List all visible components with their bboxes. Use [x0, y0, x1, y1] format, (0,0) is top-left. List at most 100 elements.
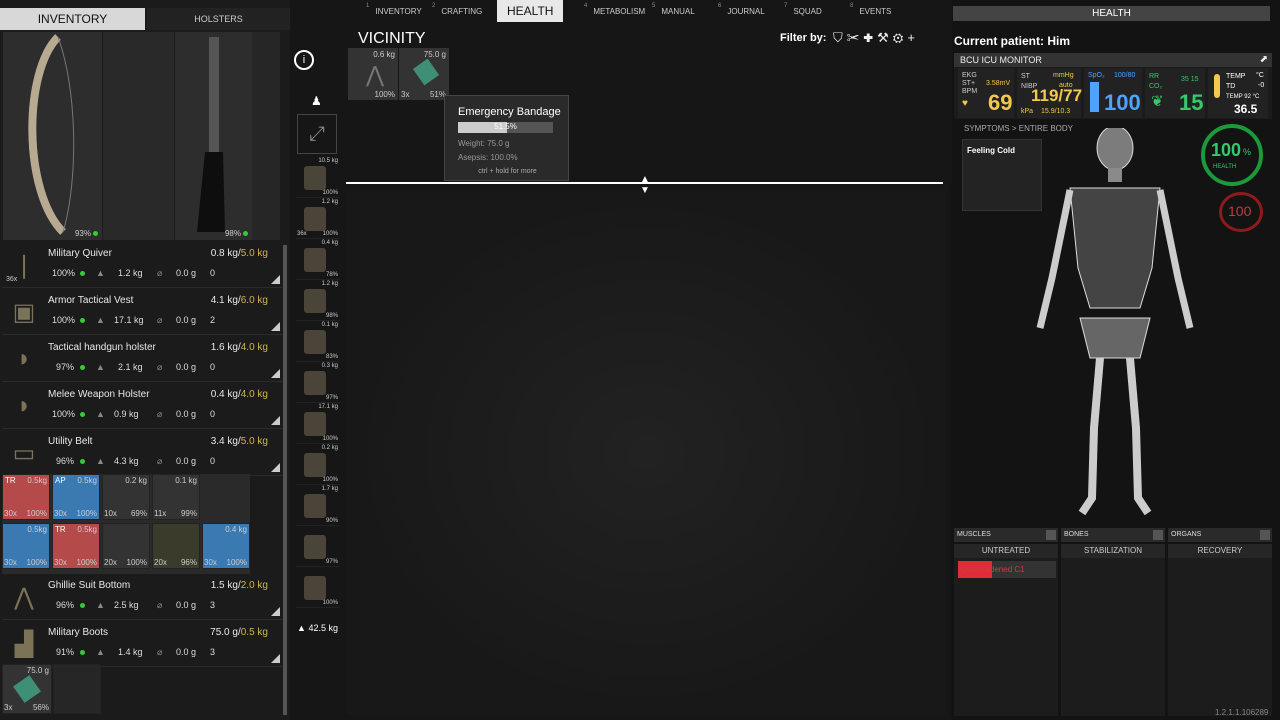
column-item-condition: 97%: [325, 395, 338, 401]
expand-corner[interactable]: [271, 275, 280, 284]
nibp-panel: ST NIBP mmHg auto 119/77 kPa 15.9/10.3: [1017, 68, 1082, 118]
expand-corner[interactable]: [271, 369, 280, 378]
equipment-column-item[interactable]: 1.2 kg 100% 36x: [296, 199, 340, 239]
item-stats: 100% ▲ 0.9 kg ⌀ 0.0 g 0: [52, 409, 216, 419]
equipment-column-item[interactable]: 1.2 kg 98%: [296, 281, 340, 321]
weight-icon: ▲: [297, 623, 306, 633]
ammo-box-slot[interactable]: TR 0.5kg 30x 100%: [2, 474, 50, 520]
medical-filter-icon[interactable]: ✚: [863, 30, 877, 45]
tab-organs[interactable]: ORGANS: [1168, 528, 1272, 542]
gear-item-icon: [304, 330, 326, 354]
game-scene: [346, 190, 946, 715]
equipment-column-item[interactable]: 10.5 kg 100%: [296, 158, 340, 198]
ammo-slot[interactable]: 0.1 kg 11x 99%: [152, 474, 200, 520]
tab-holsters[interactable]: HOLSTERS: [147, 8, 290, 30]
ammo-slot[interactable]: 0.2 kg 10x 69%: [102, 474, 150, 520]
item-name: Military Quiver: [48, 248, 112, 259]
vicinity-item[interactable]: 75.0 g 3x 51%: [399, 48, 449, 100]
person-icon: ♟: [311, 94, 322, 108]
ammo-slot[interactable]: 20x 96%: [152, 523, 200, 569]
list-item[interactable]: ▟ Military Boots 75.0 g/0.5 kg 91% ▲ 1.4 …: [2, 621, 282, 667]
list-item[interactable]: ◗ Tactical handgun holster 1.6 kg/4.0 kg…: [2, 336, 282, 382]
item-stats: 96% ▲ 2.5 kg ⌀ 0.0 g 3: [56, 600, 216, 610]
list-item[interactable]: ◗ Melee Weapon Holster 0.4 kg/4.0 kg 100…: [2, 383, 282, 429]
ammo-slot[interactable]: 20x 100%: [102, 523, 150, 569]
equipment-column-item[interactable]: 1.7 kg 90%: [296, 486, 340, 526]
tooltip-title: Emergency Bandage: [458, 106, 561, 118]
stage-recovery: RECOVERY: [1168, 544, 1272, 558]
tab-muscles[interactable]: MUSCLES: [954, 528, 1058, 542]
empty-slot[interactable]: [53, 664, 101, 714]
tooltip-hint: ctrl + hold for more: [478, 168, 537, 175]
menu-health[interactable]: HEALTH: [497, 0, 564, 22]
ammo-box-slot[interactable]: AP 0.5kg 30x 100%: [52, 474, 100, 520]
item-name: Utility Belt: [48, 436, 93, 447]
column-item-condition: 100%: [322, 477, 338, 483]
equipment-column-item[interactable]: 0.3 kg 97%: [296, 363, 340, 403]
ammo-box-slot[interactable]: TR 0.5kg 30x 100%: [52, 523, 100, 569]
column-item-condition: 100%: [322, 436, 338, 442]
column-item-weight: 10.5 kg: [318, 158, 338, 164]
ammo-box-slot[interactable]: 0.4 kg 30x 100%: [202, 523, 250, 569]
health-header: HEALTH: [953, 6, 1270, 21]
info-icon[interactable]: i: [294, 50, 314, 70]
body-tabs: MUSCLES BONES ORGANS: [954, 528, 1272, 542]
resize-arrows-icon[interactable]: ▲ ▼: [640, 174, 650, 196]
bandage-icon: [412, 58, 440, 86]
gear-item-icon: [304, 453, 326, 477]
equipment-column-item[interactable]: 100%: [296, 568, 340, 608]
shirt-filter-icon[interactable]: ⛉: [833, 30, 847, 45]
list-item[interactable]: ⋀ Ghillie Suit Bottom 1.5 kg/2.0 kg 96% …: [2, 574, 282, 620]
vicinity-item[interactable]: 0.6 kg ⋀ 100%: [348, 48, 398, 100]
expand-corner[interactable]: [271, 416, 280, 425]
item-stats: 96% ▲ 4.3 kg ⌀ 0.0 g 0: [56, 456, 216, 466]
weapon-filter-icon[interactable]: ✂: [847, 30, 864, 45]
ammo-box-slot[interactable]: 0.5kg 30x 100%: [2, 523, 50, 569]
expand-corner[interactable]: [271, 654, 280, 663]
inventory-scrollbar[interactable]: [283, 245, 287, 715]
menu-metabolism[interactable]: 4 METABOLISM: [584, 0, 645, 22]
tools-filter-icon[interactable]: ⚙: [893, 30, 908, 45]
column-item-weight: 17.1 kg: [318, 404, 338, 410]
menu-squad[interactable]: 7 SQUAD: [784, 0, 822, 22]
menu-journal[interactable]: 6 JOURNAL: [718, 0, 765, 22]
expand-corner[interactable]: [271, 463, 280, 472]
body-skeleton[interactable]: [1030, 128, 1200, 518]
add-filter-icon[interactable]: +: [907, 30, 919, 45]
tab-inventory[interactable]: INVENTORY: [0, 8, 145, 30]
column-item-condition: 90%: [325, 518, 338, 524]
equipment-column-item[interactable]: 97%: [296, 527, 340, 567]
bow-slot[interactable]: 93%: [2, 32, 102, 240]
pin-icon[interactable]: ⬈: [1260, 53, 1268, 67]
equipment-column-item[interactable]: 17.1 kg 100%: [296, 404, 340, 444]
column-item-weight: 0.3 kg: [321, 363, 338, 369]
weapon-slots: 93% 98%: [2, 32, 280, 240]
list-item[interactable]: ▭ Utility Belt 3.4 kg/5.0 kg 96% ▲ 4.3 kg…: [2, 430, 282, 476]
column-item-weight: 1.2 kg: [321, 281, 338, 287]
item-weight: 1.6 kg/4.0 kg: [210, 342, 268, 353]
tab-bones[interactable]: BONES: [1061, 528, 1165, 542]
equipment-column-item[interactable]: 0.1 kg 83%: [296, 322, 340, 362]
column-item-count: 36x: [297, 231, 307, 237]
drop-area-icon[interactable]: ⤢: [297, 114, 337, 154]
column-item-condition: 97%: [325, 559, 338, 565]
condition-card[interactable]: Overburdened C1: [958, 561, 1056, 578]
list-item[interactable]: ▣ Armor Tactical Vest 4.1 kg/6.0 kg 100%…: [2, 289, 282, 335]
item-name: Military Boots: [48, 627, 109, 638]
empty-slot[interactable]: [102, 32, 174, 240]
tooltip-asepsis: Asepsis: 100.0%: [458, 153, 518, 162]
expand-corner[interactable]: [271, 322, 280, 331]
expand-corner[interactable]: [271, 607, 280, 616]
menu-events[interactable]: 8 EVENTS: [850, 0, 891, 22]
menu-manual[interactable]: 5 MANUAL: [652, 0, 695, 22]
equipment-column-item[interactable]: 0.4 kg 78%: [296, 240, 340, 280]
menu-crafting[interactable]: 2 CRAFTING: [432, 0, 482, 22]
equipment-column: 10.5 kg 100% 1.2 kg 100% 36x 0.4 kg 78% 1.2 kg 9…: [296, 158, 340, 618]
temp-panel: TEMP TD °C -0 TEMP 92 °C 36.5: [1208, 68, 1268, 118]
bandage-slot[interactable]: 75.0 g 3x 56%: [2, 664, 52, 714]
shotgun-slot[interactable]: 98%: [174, 32, 252, 240]
menu-inventory[interactable]: 1 INVENTORY: [366, 0, 422, 22]
gun-filter-icon[interactable]: ⚒: [877, 30, 893, 45]
list-item[interactable]: ❘ Military Quiver 0.8 kg/5.0 kg 100% ▲ 1.…: [2, 242, 282, 288]
equipment-column-item[interactable]: 0.2 kg 100%: [296, 445, 340, 485]
